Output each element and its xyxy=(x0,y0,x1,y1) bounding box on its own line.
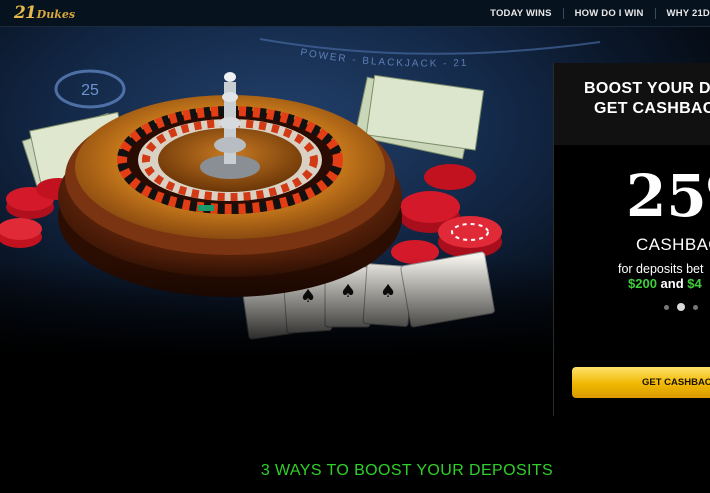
carousel-dot-2[interactable] xyxy=(677,303,685,311)
deposit-amounts: $200 and $4 xyxy=(628,276,702,291)
brand-logo[interactable]: 21 Dukes xyxy=(14,3,75,23)
promo-heading-line1: BOOST YOUR D xyxy=(584,80,710,97)
table-arc-text: POWER - BLACKJACK - 21 xyxy=(299,47,466,69)
cashback-promo-card: BOOST YOUR D GET CASHBACK 25% CASHBACK f… xyxy=(553,63,710,416)
amount-low: $200 xyxy=(628,276,657,291)
carousel-dot-3[interactable] xyxy=(693,304,698,310)
nav-how-do-i-win[interactable]: HOW DO I WIN xyxy=(564,7,656,19)
chip-stack-right xyxy=(391,164,502,264)
logo-main-text: 21 xyxy=(14,3,37,23)
amount-and: and xyxy=(660,276,684,291)
deposit-range-text: for deposits bet xyxy=(618,262,704,276)
logo-sub-text: Dukes xyxy=(36,8,76,21)
amount-high: $4 xyxy=(687,276,702,291)
main-nav: TODAY WINS HOW DO I WIN WHY 21D xyxy=(479,0,710,26)
cashback-label: CASHBACK xyxy=(636,235,710,254)
nav-why-21dukes[interactable]: WHY 21D xyxy=(656,8,710,19)
top-nav-bar: 21 Dukes TODAY WINS HOW DO I WIN WHY 21D xyxy=(0,0,710,27)
get-cashback-button[interactable]: GET CASHBACK NO xyxy=(572,367,710,398)
promo-header: BOOST YOUR D GET CASHBACK xyxy=(554,63,710,145)
svg-text:POWER - BLACKJACK - 21: POWER - BLACKJACK - 21 xyxy=(299,47,468,69)
table-circle-number: 25 xyxy=(81,82,99,99)
carousel-dots xyxy=(664,303,698,311)
section-title: 3 WAYS TO BOOST YOUR DEPOSITS xyxy=(260,462,554,479)
carousel-dot-1[interactable] xyxy=(664,304,669,310)
cashback-percent: 25% xyxy=(626,162,710,230)
promo-heading-line2: GET CASHBACK xyxy=(594,100,710,117)
nav-today-wins[interactable]: TODAY WINS xyxy=(479,7,564,19)
